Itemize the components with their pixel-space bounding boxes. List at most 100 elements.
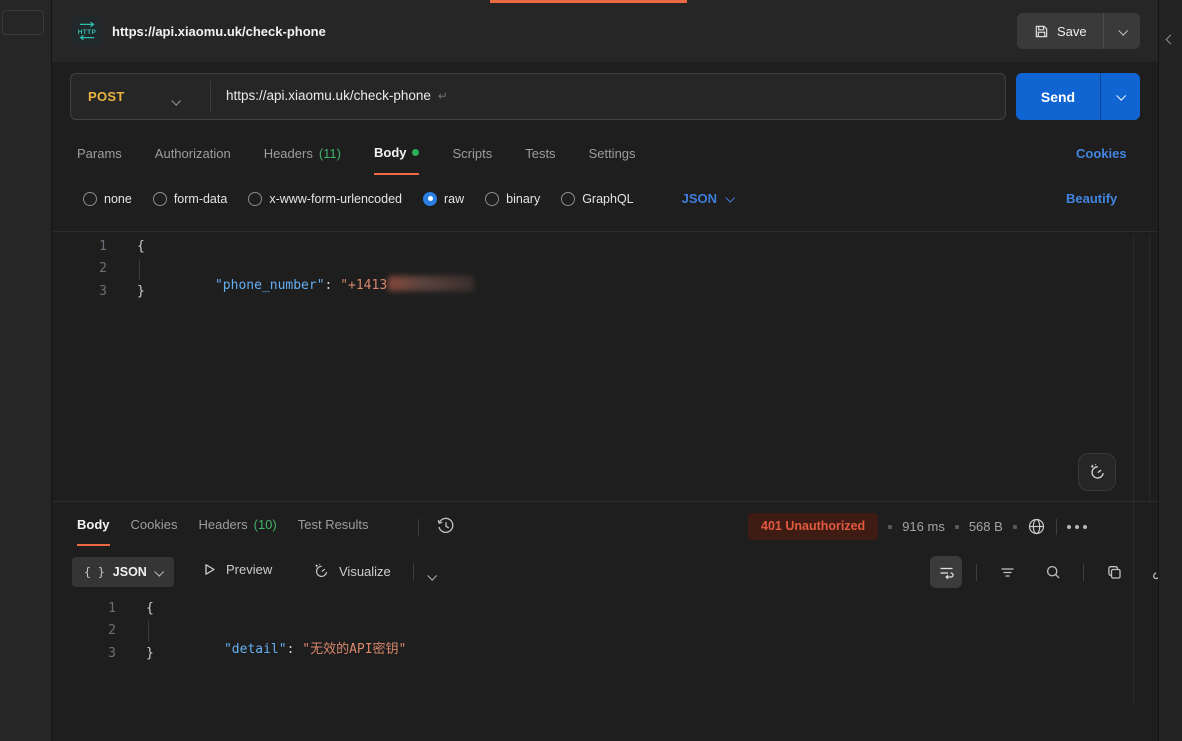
response-tab-body[interactable]: Body <box>77 517 110 546</box>
response-history-button[interactable] <box>435 515 457 537</box>
send-options-button[interactable] <box>1101 73 1140 120</box>
status-row-divider <box>1056 519 1057 535</box>
postbot-icon <box>1087 462 1107 482</box>
play-icon <box>202 562 217 577</box>
code-line: { <box>137 239 145 254</box>
status-badge[interactable]: 401 Unauthorized <box>748 513 878 540</box>
network-info-button[interactable] <box>1027 517 1046 536</box>
save-button[interactable]: Save <box>1017 13 1140 49</box>
radio-icon[interactable] <box>153 192 167 206</box>
editor-scrollbar-track[interactable] <box>1149 236 1150 500</box>
url-input[interactable]: https://api.xiaomu.uk/check-phone↵ <box>226 88 448 103</box>
method-chevron-down-icon[interactable] <box>172 92 179 110</box>
filter-icon <box>999 564 1016 581</box>
mode-form-data[interactable]: form-data <box>153 192 228 206</box>
tab-body[interactable]: Body <box>374 145 420 175</box>
mode-binary[interactable]: binary <box>485 192 540 206</box>
toolbar-divider <box>976 564 977 581</box>
http-method-icon: HTTP <box>72 16 102 46</box>
json-value: "无效的API密钥" <box>302 642 406 657</box>
api-client-window: HTTP https://api.xiaomu.uk/check-phone S… <box>0 0 1182 741</box>
line-number: 3 <box>63 284 107 299</box>
sidebar-collapsed-item[interactable] <box>2 10 44 35</box>
visualize-options-button[interactable] <box>428 567 435 585</box>
save-button-main[interactable]: Save <box>1017 13 1103 49</box>
send-button-label[interactable]: Send <box>1016 73 1100 120</box>
preview-button[interactable]: Preview <box>202 562 272 577</box>
raw-format-selector[interactable]: JSON <box>682 191 733 206</box>
line-number: 2 <box>72 623 116 638</box>
response-format-button[interactable]: { } JSON <box>72 557 174 587</box>
tab-tests[interactable]: Tests <box>525 145 555 175</box>
response-tabs: Body Cookies Headers (10) Test Results <box>77 517 369 546</box>
json-value: "+1413 <box>340 278 387 293</box>
indent-guide <box>148 621 149 642</box>
code-line: } <box>146 646 154 661</box>
response-time[interactable]: 916 ms <box>902 519 945 534</box>
method-selector[interactable]: POST <box>88 89 125 104</box>
mode-graphql[interactable]: GraphQL <box>561 192 633 206</box>
editor-scrollbar-track[interactable] <box>1133 236 1134 706</box>
tab-settings[interactable]: Settings <box>589 145 636 175</box>
visualize-button[interactable]: Visualize <box>312 562 391 580</box>
line-number: 3 <box>72 646 116 661</box>
chevron-down-icon <box>725 193 735 203</box>
toolbar-divider <box>413 563 414 580</box>
line-number: 2 <box>63 261 107 276</box>
tab-headers[interactable]: Headers (11) <box>264 145 341 175</box>
url-value: https://api.xiaomu.uk/check-phone <box>226 88 431 103</box>
response-tab-cookies[interactable]: Cookies <box>131 517 178 544</box>
separator-dot <box>888 525 892 529</box>
radio-icon[interactable] <box>248 192 262 206</box>
radio-icon[interactable] <box>485 192 499 206</box>
globe-icon <box>1027 517 1046 536</box>
request-title: https://api.xiaomu.uk/check-phone <box>112 24 326 39</box>
wrap-text-button[interactable] <box>930 556 962 588</box>
copy-button[interactable] <box>1098 556 1130 588</box>
more-actions-icon[interactable] <box>1067 525 1087 529</box>
left-sidebar-strip <box>0 0 51 741</box>
toolbar-divider <box>1083 564 1084 581</box>
copy-icon <box>1106 564 1123 581</box>
response-tab-headers[interactable]: Headers (10) <box>198 517 276 544</box>
save-options-button[interactable] <box>1104 28 1140 35</box>
chevron-down-icon <box>1118 25 1128 35</box>
search-icon <box>1045 564 1062 581</box>
sidebar-divider <box>51 0 52 741</box>
send-button[interactable]: Send <box>1016 73 1140 120</box>
separator-dot <box>1013 525 1017 529</box>
tab-params[interactable]: Params <box>77 145 122 175</box>
right-rail <box>1159 0 1182 741</box>
cookies-link[interactable]: Cookies <box>1076 146 1127 161</box>
response-tabs-divider <box>418 519 419 536</box>
tab-authorization[interactable]: Authorization <box>155 145 231 175</box>
radio-icon[interactable] <box>83 192 97 206</box>
line-number: 1 <box>72 601 116 616</box>
postbot-button[interactable] <box>1078 453 1116 491</box>
beautify-link[interactable]: Beautify <box>1066 191 1117 206</box>
radio-selected-icon[interactable] <box>423 192 437 206</box>
clock-history-icon <box>435 515 457 537</box>
response-tab-test-results[interactable]: Test Results <box>298 517 369 544</box>
request-tabs: Params Authorization Headers (11) Body S… <box>77 145 636 175</box>
save-icon <box>1034 24 1049 39</box>
response-size[interactable]: 568 B <box>969 519 1003 534</box>
body-mode-row: none form-data x-www-form-urlencoded raw… <box>83 191 733 206</box>
chevron-left-icon <box>1166 35 1176 45</box>
radio-icon[interactable] <box>561 192 575 206</box>
indent-guide <box>139 259 140 280</box>
filter-button[interactable] <box>991 556 1023 588</box>
mode-none[interactable]: none <box>83 192 132 206</box>
chevron-down-icon <box>1116 91 1126 101</box>
response-toolbar-icons <box>930 556 1176 588</box>
svg-text:HTTP: HTTP <box>78 29 97 36</box>
mode-x-www-form-urlencoded[interactable]: x-www-form-urlencoded <box>248 192 402 206</box>
redacted-phone-value <box>388 276 474 291</box>
code-line: } <box>137 284 145 299</box>
tab-scripts[interactable]: Scripts <box>452 145 492 175</box>
collapse-panel-button[interactable] <box>1167 30 1174 48</box>
mode-raw[interactable]: raw <box>423 192 464 206</box>
search-button[interactable] <box>1037 556 1069 588</box>
separator-dot <box>955 525 959 529</box>
code-line: { <box>146 601 154 616</box>
